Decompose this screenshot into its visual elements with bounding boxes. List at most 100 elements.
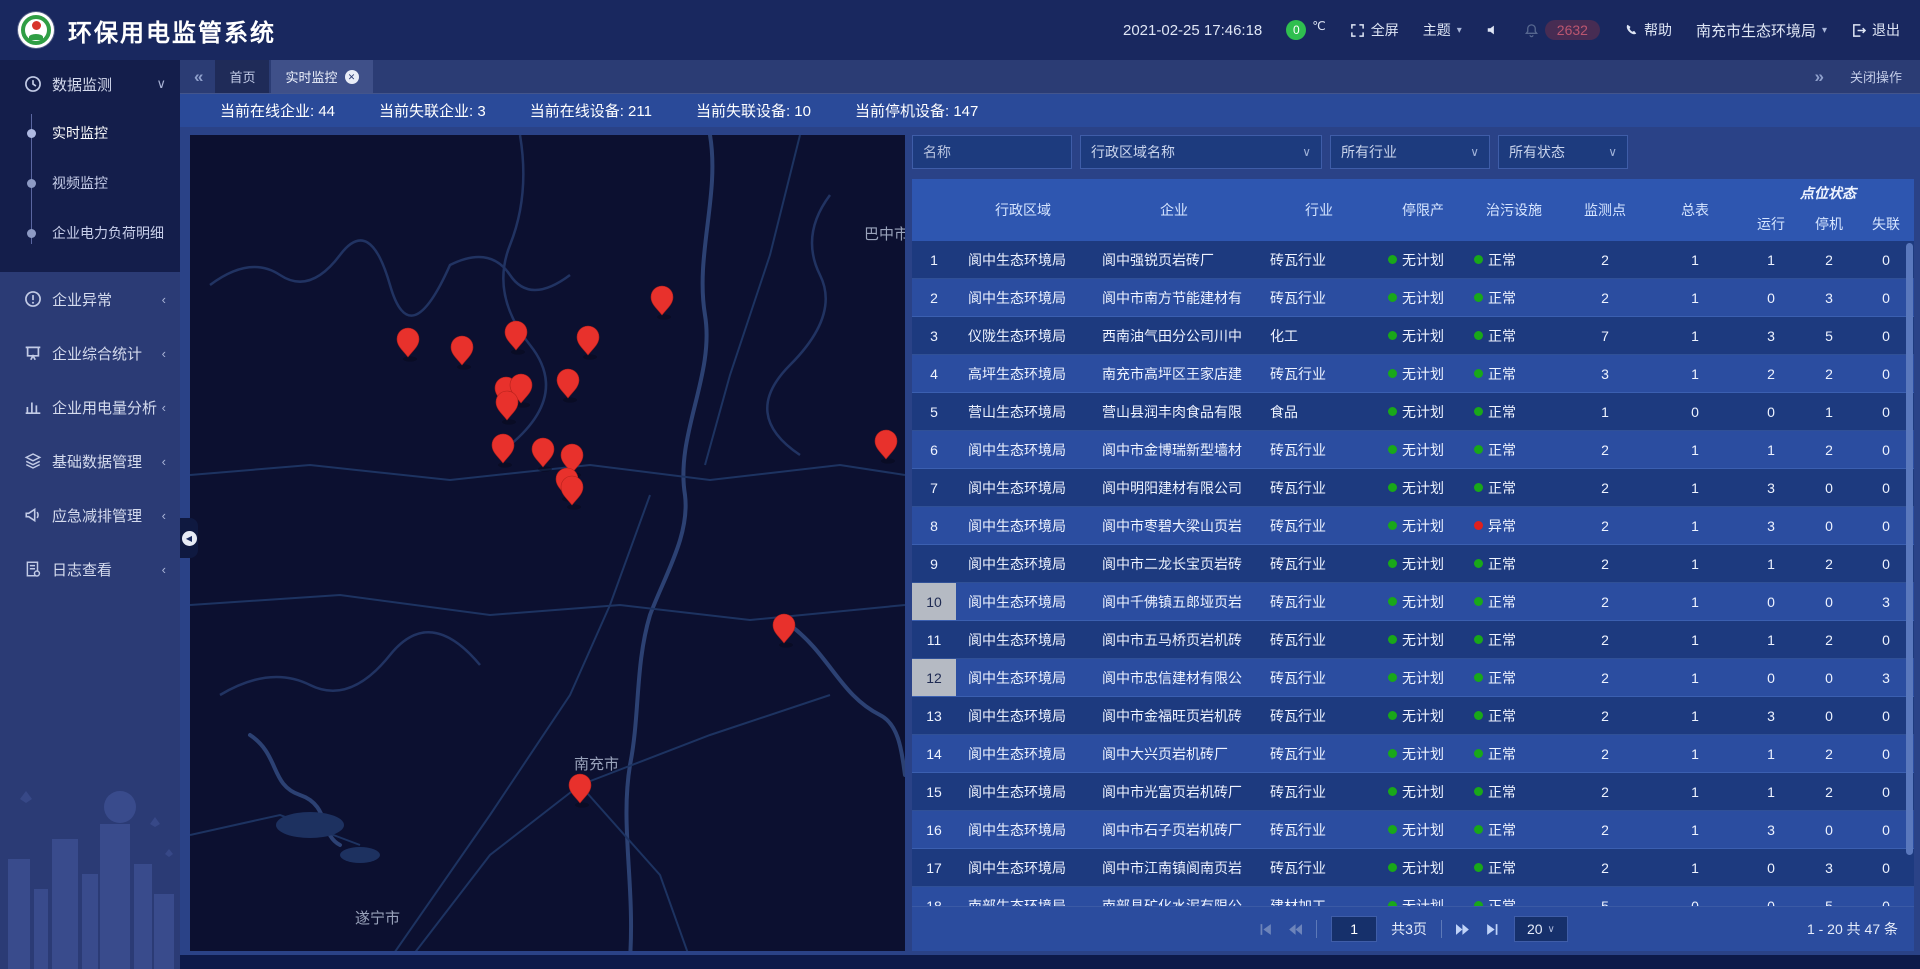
col-point-status-group: 点位状态 运行停机失联 [1742, 179, 1914, 241]
table-row[interactable]: 4高坪生态环境局南充市高坪区王家店建砖瓦行业无计划正常31220 [912, 355, 1914, 393]
sidebar-item-4[interactable]: 企业用电量分析‹ [0, 380, 180, 434]
tab-realtime-monitor[interactable]: 实时监控 ✕ [271, 60, 372, 93]
last-page-button[interactable] [1485, 922, 1500, 937]
row-stop-count: 0 [1800, 469, 1858, 506]
row-limit-status: 无计划 [1380, 849, 1466, 886]
table-row[interactable]: 6阆中生态环境局阆中市金博瑞新型墙材砖瓦行业无计划正常21120 [912, 431, 1914, 469]
sidebar-item-6[interactable]: 应急减排管理‹ [0, 488, 180, 542]
prev-page-button[interactable] [1287, 922, 1302, 937]
row-monitor-count: 2 [1562, 697, 1648, 734]
table-row[interactable]: 9阆中生态环境局阆中市二龙长宝页岩砖砖瓦行业无计划正常21120 [912, 545, 1914, 583]
status-dot-icon [1474, 673, 1483, 682]
page-number-input[interactable] [1331, 916, 1377, 942]
tabs-scroll-left-icon[interactable]: « [194, 67, 203, 87]
industry-filter-select[interactable]: 所有行业 ∨ [1330, 135, 1490, 169]
row-region: 阆中生态环境局 [956, 773, 1090, 810]
table-header: 行政区域 企业 行业 停限产 治污设施 监测点 总表 点位状态 运行停机失联 [912, 179, 1914, 241]
row-monitor-count: 1 [1562, 393, 1648, 430]
first-page-button[interactable] [1258, 922, 1273, 937]
table-row[interactable]: 10阆中生态环境局阆中千佛镇五郎垭页岩砖瓦行业无计划正常21003 [912, 583, 1914, 621]
fullscreen-button[interactable]: 全屏 [1350, 20, 1399, 40]
tabs-scroll-right-icon[interactable]: » [1815, 67, 1824, 87]
col-limit: 停限产 [1380, 179, 1466, 241]
region-filter-select[interactable]: 行政区域名称 ∨ [1080, 135, 1322, 169]
sound-toggle[interactable] [1486, 23, 1500, 37]
table-row[interactable]: 1阆中生态环境局阆中强锐页岩砖厂砖瓦行业无计划正常21120 [912, 241, 1914, 279]
next-page-button[interactable] [1456, 922, 1471, 937]
row-company: 阆中千佛镇五郎垭页岩 [1090, 583, 1258, 620]
status-dot-icon [1474, 863, 1483, 872]
close-operations-button[interactable]: 关闭操作 [1850, 67, 1902, 86]
col-stop: 停机 [1800, 207, 1858, 241]
stat-item: 当前停机设备: 147 [855, 100, 978, 121]
row-run-count: 3 [1742, 469, 1800, 506]
theme-dropdown[interactable]: 主题 ▾ [1423, 20, 1462, 40]
help-button[interactable]: 帮助 [1624, 20, 1672, 40]
table-row[interactable]: 3仪陇生态环境局西南油气田分公司川中化工无计划正常71350 [912, 317, 1914, 355]
status-dot-icon [1388, 787, 1397, 796]
row-company: 阆中市枣碧大梁山页岩 [1090, 507, 1258, 544]
status-dot-icon [1474, 369, 1483, 378]
sidebar-item-2[interactable]: 企业异常‹ [0, 272, 180, 326]
row-limit-status: 无计划 [1380, 811, 1466, 848]
sidebar-item-5[interactable]: 基础数据管理‹ [0, 434, 180, 488]
row-run-count: 0 [1742, 849, 1800, 886]
row-limit-status: 无计划 [1380, 393, 1466, 430]
status-dot-icon [1474, 559, 1483, 568]
row-facility-status: 正常 [1466, 355, 1562, 392]
map-city-label: 南充市 [574, 756, 619, 773]
row-limit-status: 无计划 [1380, 241, 1466, 278]
fullscreen-icon [1350, 23, 1365, 38]
row-meter-count: 1 [1648, 849, 1742, 886]
table-row[interactable]: 12阆中生态环境局阆中市忠信建材有限公砖瓦行业无计划正常21003 [912, 659, 1914, 697]
collapse-arrow-icon: ◀ [182, 531, 197, 546]
col-facility: 治污设施 [1466, 179, 1562, 241]
table-row[interactable]: 5营山生态环境局营山县润丰肉食品有限食品无计划正常10010 [912, 393, 1914, 431]
logout-button[interactable]: 退出 [1851, 20, 1900, 40]
sidebar-subitem[interactable]: 企业电力负荷明细 [0, 208, 180, 258]
org-dropdown[interactable]: 南充市生态环境局 ▾ [1696, 20, 1827, 41]
table-row[interactable]: 17阆中生态环境局阆中市江南镇阆南页岩砖瓦行业无计划正常21030 [912, 849, 1914, 887]
sidebar-item-1[interactable]: 数据监测∨ [0, 60, 180, 108]
sidebar-subitem[interactable]: 视频监控 [0, 158, 180, 208]
table-row[interactable]: 11阆中生态环境局阆中市五马桥页岩机砖砖瓦行业无计划正常21120 [912, 621, 1914, 659]
row-run-count: 3 [1742, 697, 1800, 734]
table-row[interactable]: 13阆中生态环境局阆中市金福旺页岩机砖砖瓦行业无计划正常21300 [912, 697, 1914, 735]
status-dot-icon [1388, 673, 1397, 682]
tab-home[interactable]: 首页 [215, 60, 269, 93]
status-dot-icon [1388, 749, 1397, 758]
sidebar-subitem[interactable]: 实时监控 [0, 108, 180, 158]
status-dot-icon [1474, 255, 1483, 264]
sidebar-subitem-label: 实时监控 [52, 123, 108, 143]
name-filter-input[interactable] [912, 135, 1072, 169]
page-size-select[interactable]: 20 ∨ [1514, 916, 1568, 942]
status-dot-icon [1474, 521, 1483, 530]
status-dot-icon [1388, 407, 1397, 416]
map-panel[interactable]: 巴中市南充市遂宁市 [190, 135, 905, 951]
bullet-icon [27, 229, 36, 238]
row-monitor-count: 2 [1562, 279, 1648, 316]
row-facility-status: 正常 [1466, 621, 1562, 658]
sidebar-collapse-handle[interactable]: ◀ [180, 518, 198, 558]
table-scrollbar-thumb[interactable] [1906, 243, 1913, 855]
status-filter-select[interactable]: 所有状态 ∨ [1498, 135, 1628, 169]
close-icon[interactable]: ✕ [345, 70, 359, 84]
table-row[interactable]: 14阆中生态环境局阆中大兴页岩机砖厂砖瓦行业无计划正常21120 [912, 735, 1914, 773]
status-dot-icon [1474, 445, 1483, 454]
table-row[interactable]: 2阆中生态环境局阆中市南方节能建材有砖瓦行业无计划正常21030 [912, 279, 1914, 317]
sidebar-item-7[interactable]: 日志查看‹ [0, 542, 180, 596]
filter-row: 行政区域名称 ∨ 所有行业 ∨ 所有状态 ∨ [912, 135, 1914, 169]
row-stop-count: 3 [1800, 279, 1858, 316]
row-run-count: 3 [1742, 811, 1800, 848]
status-dot-icon [1388, 635, 1397, 644]
row-meter-count: 1 [1648, 317, 1742, 354]
table-row[interactable]: 15阆中生态环境局阆中市光富页岩机砖厂砖瓦行业无计划正常21120 [912, 773, 1914, 811]
table-row[interactable]: 7阆中生态环境局阆中明阳建材有限公司砖瓦行业无计划正常21300 [912, 469, 1914, 507]
row-run-count: 1 [1742, 431, 1800, 468]
table-row[interactable]: 8阆中生态环境局阆中市枣碧大梁山页岩砖瓦行业无计划异常21300 [912, 507, 1914, 545]
sidebar-item-3[interactable]: 企业综合统计‹ [0, 326, 180, 380]
notifications[interactable]: 2632 [1524, 20, 1600, 40]
table-row[interactable]: 16阆中生态环境局阆中市石子页岩机砖厂砖瓦行业无计划正常21300 [912, 811, 1914, 849]
row-number: 3 [912, 317, 956, 354]
table-row[interactable]: 18南部生态环境局南部县矿化水泥有限公建材加工无计划正常50050 [912, 887, 1914, 906]
